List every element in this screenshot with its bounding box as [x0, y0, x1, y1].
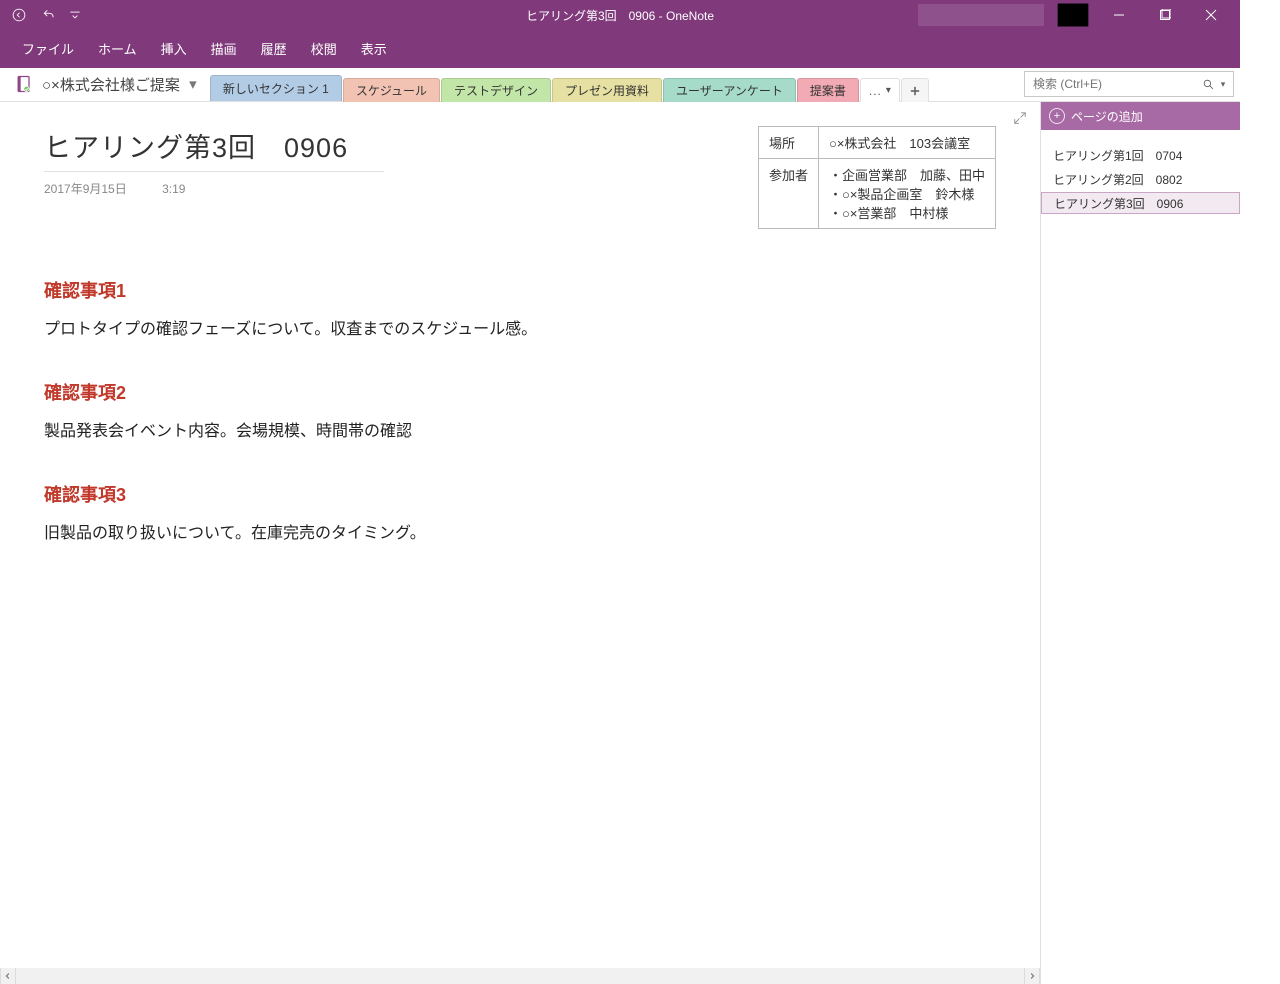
title-bar: ヒアリング第3回 0906 - OneNote	[0, 0, 1240, 30]
info-table[interactable]: 場所 ○×株式会社 103会議室 参加者 企画営業部 加藤、田中 ○×製品企画室…	[758, 126, 996, 229]
back-icon[interactable]	[6, 2, 32, 28]
page-date: 2017年9月15日	[44, 182, 127, 196]
chevron-down-icon[interactable]: ▾	[186, 75, 200, 93]
section-overflow[interactable]: ... ▾	[860, 78, 900, 102]
ribbon-display-options-icon[interactable]	[1050, 0, 1096, 30]
page-title[interactable]: ヒアリング第3回 0906	[44, 126, 384, 172]
horizontal-scrollbar[interactable]	[0, 968, 1240, 984]
attendee-row: ○×営業部 中村様	[829, 203, 985, 222]
section-tab-presentation[interactable]: プレゼン用資料	[552, 78, 662, 102]
search-scope-chevron-icon[interactable]: ▾	[1217, 79, 1229, 90]
section-bar: ○×株式会社様ご提案 ▾ 新しいセクション 1 スケジュール テストデザイン プ…	[0, 68, 1240, 102]
ribbon-tab-draw[interactable]: 描画	[199, 35, 249, 64]
page-list-item[interactable]: ヒアリング第2回 0802	[1041, 168, 1240, 190]
body-item: 確認事項1 プロトタイプの確認フェーズについて。収査までのスケジュール感。	[44, 277, 996, 339]
scroll-right-filler	[1040, 968, 1240, 984]
section-tab-schedule[interactable]: スケジュール	[343, 78, 440, 102]
section-tab-proposal[interactable]: 提案書	[797, 78, 859, 102]
item-text: 製品発表会イベント内容。会場規模、時間帯の確認	[44, 417, 996, 441]
page-canvas[interactable]: ヒアリング第3回 0906 2017年9月15日 3:19 場所 ○×株式会社 …	[0, 102, 1040, 968]
customize-quickaccess-icon[interactable]	[66, 2, 84, 28]
scroll-left-icon[interactable]	[0, 968, 16, 984]
item-heading: 確認事項3	[44, 481, 996, 507]
account-area[interactable]	[918, 4, 1044, 26]
maximize-icon[interactable]	[1142, 0, 1188, 30]
section-tab-new[interactable]: 新しいセクション 1	[210, 75, 342, 101]
plus-icon: +	[1049, 108, 1065, 124]
add-section-button[interactable]	[901, 78, 929, 102]
add-page-label: ページの追加	[1071, 108, 1143, 125]
minimize-icon[interactable]	[1096, 0, 1142, 30]
close-icon[interactable]	[1188, 0, 1234, 30]
ribbon-tab-home[interactable]: ホーム	[86, 35, 149, 64]
page-list-item[interactable]: ヒアリング第1回 0704	[1041, 144, 1240, 166]
item-heading: 確認事項1	[44, 277, 996, 303]
ellipsis-icon: ...	[869, 84, 882, 98]
page-time: 3:19	[162, 182, 185, 196]
section-tabs: 新しいセクション 1 スケジュール テストデザイン プレゼン用資料 ユーザーアン…	[210, 75, 930, 101]
info-attendees-label: 参加者	[758, 159, 818, 229]
notebook-picker[interactable]: ○×株式会社様ご提案 ▾	[8, 67, 208, 101]
add-page-button[interactable]: + ページの追加	[1041, 102, 1240, 130]
body-item: 確認事項2 製品発表会イベント内容。会場規模、時間帯の確認	[44, 379, 996, 441]
search-box[interactable]: ▾	[1024, 71, 1234, 97]
ribbon-tab-history[interactable]: 履歴	[249, 35, 299, 64]
notebook-name: ○×株式会社様ご提案	[42, 74, 180, 95]
section-tab-survey[interactable]: ユーザーアンケート	[663, 78, 796, 102]
notebook-icon	[12, 72, 36, 96]
page-list-item[interactable]: ヒアリング第3回 0906	[1041, 192, 1240, 214]
item-text: 旧製品の取り扱いについて。在庫完売のタイミング。	[44, 519, 996, 543]
ribbon-tab-file[interactable]: ファイル	[10, 35, 86, 64]
page-body[interactable]: 確認事項1 プロトタイプの確認フェーズについて。収査までのスケジュール感。 確認…	[44, 277, 996, 543]
scroll-right-icon[interactable]	[1024, 968, 1040, 984]
info-place-label: 場所	[758, 127, 818, 159]
search-input[interactable]	[1033, 77, 1199, 91]
info-place-value: ○×株式会社 103会議室	[818, 127, 995, 159]
attendee-row: 企画営業部 加藤、田中	[829, 165, 985, 184]
section-tab-testdesign[interactable]: テストデザイン	[441, 78, 551, 102]
attendee-row: ○×製品企画室 鈴木様	[829, 184, 985, 203]
main-area: ヒアリング第3回 0906 2017年9月15日 3:19 場所 ○×株式会社 …	[0, 102, 1240, 968]
undo-icon[interactable]	[36, 2, 62, 28]
search-icon[interactable]	[1199, 78, 1217, 91]
ribbon-tab-insert[interactable]: 挿入	[149, 35, 199, 64]
ribbon-tab-review[interactable]: 校閲	[299, 35, 349, 64]
page-list-sidebar: + ページの追加 ヒアリング第1回 0704 ヒアリング第2回 0802 ヒアリ…	[1040, 102, 1240, 968]
item-text: プロトタイプの確認フェーズについて。収査までのスケジュール感。	[44, 315, 996, 339]
ribbon-tab-view[interactable]: 表示	[349, 35, 399, 64]
info-attendees-value: 企画営業部 加藤、田中 ○×製品企画室 鈴木様 ○×営業部 中村様	[818, 159, 995, 229]
chevron-down-icon: ▾	[886, 85, 891, 96]
item-heading: 確認事項2	[44, 379, 996, 405]
body-item: 確認事項3 旧製品の取り扱いについて。在庫完売のタイミング。	[44, 481, 996, 543]
